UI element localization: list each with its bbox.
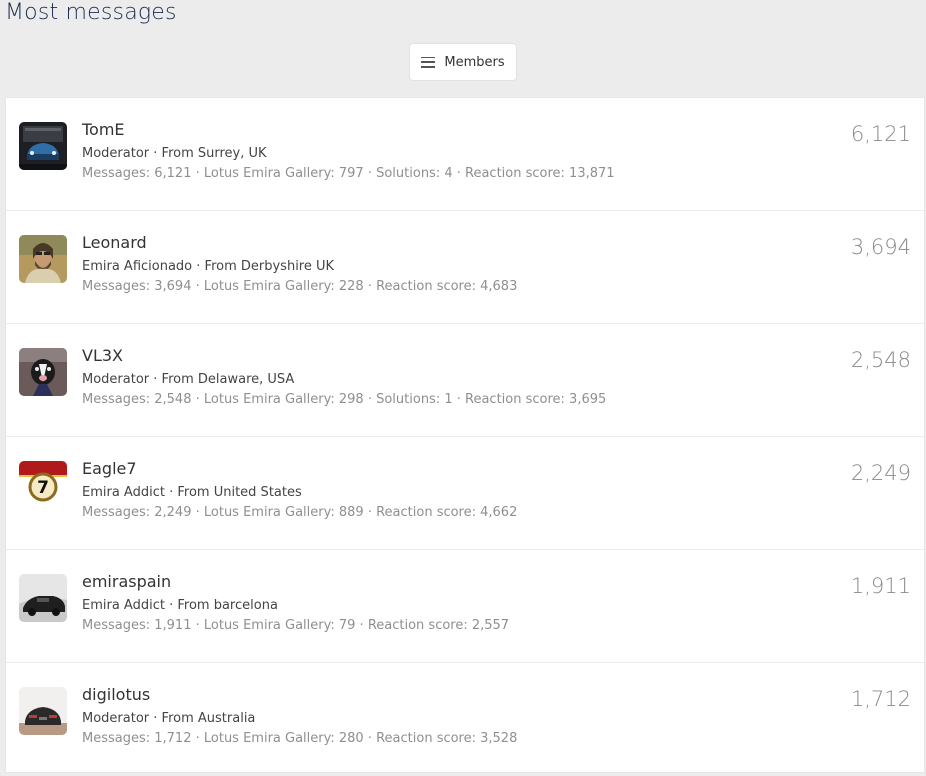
member-title-location: Moderator · From Surrey, UK (82, 146, 267, 161)
members-button-label: Members (444, 54, 505, 70)
avatar[interactable] (19, 122, 67, 170)
member-title-location: Moderator · From Delaware, USA (82, 372, 295, 387)
list-item: digilotus Moderator · From Australia Mes… (6, 663, 924, 776)
member-stats: Messages: 6,121 · Lotus Emira Gallery: 7… (82, 166, 615, 181)
avatar[interactable] (19, 574, 67, 622)
message-count: 3,694 (850, 235, 911, 259)
avatar[interactable]: 7 (19, 461, 67, 509)
member-stats: Messages: 3,694 · Lotus Emira Gallery: 2… (82, 279, 518, 294)
hamburger-menu-icon (421, 56, 436, 68)
member-stats: Messages: 2,249 · Lotus Emira Gallery: 8… (82, 505, 518, 520)
message-count: 1,911 (850, 574, 911, 598)
member-name[interactable]: emiraspain (82, 572, 171, 591)
member-stats: Messages: 2,548 · Lotus Emira Gallery: 2… (82, 392, 607, 407)
page-title: Most messages (5, 0, 177, 25)
message-count: 1,712 (850, 687, 911, 711)
list-item: 7 Eagle7 Emira Addict · From United Stat… (6, 437, 924, 550)
member-list: TomE Moderator · From Surrey, UK Message… (5, 97, 925, 773)
message-count: 2,548 (850, 348, 911, 372)
member-title-location: Emira Aficionado · From Derbyshire UK (82, 259, 335, 274)
message-count: 6,121 (850, 122, 911, 146)
avatar[interactable] (19, 235, 67, 283)
page: Most messages Members TomE Moderator · F… (0, 0, 926, 773)
member-stats: Messages: 1,911 · Lotus Emira Gallery: 7… (82, 618, 510, 633)
message-count: 2,249 (850, 461, 911, 485)
member-title-location: Moderator · From Australia (82, 711, 256, 726)
list-item: emiraspain Emira Addict · From barcelona… (6, 550, 924, 663)
members-button[interactable]: Members (409, 43, 517, 81)
list-item: TomE Moderator · From Surrey, UK Message… (6, 98, 924, 211)
member-stats: Messages: 1,712 · Lotus Emira Gallery: 2… (82, 731, 518, 746)
member-title-location: Emira Addict · From United States (82, 485, 302, 500)
list-item: VL3X Moderator · From Delaware, USA Mess… (6, 324, 924, 437)
member-title-location: Emira Addict · From barcelona (82, 598, 278, 613)
member-name[interactable]: Leonard (82, 233, 147, 252)
member-name[interactable]: TomE (82, 120, 125, 139)
avatar[interactable] (19, 687, 67, 735)
member-name[interactable]: digilotus (82, 685, 150, 704)
list-item: Leonard Emira Aficionado · From Derbyshi… (6, 211, 924, 324)
member-name[interactable]: VL3X (82, 346, 123, 365)
avatar-number: 7 (37, 478, 49, 498)
member-name[interactable]: Eagle7 (82, 459, 137, 478)
avatar[interactable] (19, 348, 67, 396)
